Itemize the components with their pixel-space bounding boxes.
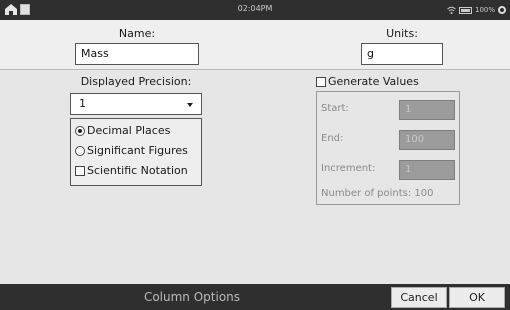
- decimal-places-radio[interactable]: Decimal Places: [75, 124, 170, 137]
- scientific-notation-checkbox[interactable]: Scientific Notation: [75, 164, 188, 177]
- dialog-footer: Column Options Cancel OK: [0, 284, 510, 310]
- significant-figures-label: Significant Figures: [87, 144, 188, 157]
- checkbox-icon: [75, 165, 85, 176]
- generate-values-group: Start: 1 End: 100 Increment: 1 Number of…: [316, 91, 460, 205]
- radio-unchecked-icon: [75, 145, 85, 156]
- precision-value: 1: [79, 97, 86, 110]
- increment-label: Increment:: [321, 163, 376, 174]
- number-of-points: Number of points: 100: [321, 188, 434, 199]
- end-label: End:: [321, 133, 344, 144]
- column-fields: Name: Mass Units: g: [0, 20, 510, 70]
- wifi-icon: [447, 6, 456, 14]
- dialog-title: Column Options: [143, 290, 241, 304]
- precision-label: Displayed Precision:: [80, 75, 192, 88]
- cancel-button[interactable]: Cancel: [391, 287, 447, 308]
- chevron-down-icon: [187, 103, 193, 107]
- precision-select[interactable]: 1: [70, 93, 202, 115]
- battery-icon: [458, 6, 472, 14]
- status-time: 02:04PM: [237, 4, 273, 13]
- end-input: 100: [399, 130, 455, 150]
- ok-button[interactable]: OK: [449, 287, 505, 308]
- name-input[interactable]: Mass: [75, 43, 199, 65]
- generate-values-label: Generate Values: [328, 75, 419, 88]
- generate-values-checkbox[interactable]: Generate Values: [316, 75, 419, 88]
- decimal-places-label: Decimal Places: [87, 124, 171, 137]
- options-panel: Displayed Precision: 1 Decimal Places Si…: [0, 71, 510, 284]
- increment-input: 1: [399, 160, 455, 180]
- start-label: Start:: [321, 103, 349, 114]
- checkbox-icon: [316, 76, 326, 87]
- scientific-notation-label: Scientific Notation: [87, 164, 188, 177]
- precision-mode-group: Decimal Places Significant Figures Scien…: [70, 118, 202, 186]
- name-label: Name:: [118, 27, 156, 40]
- status-indicators: 100%: [447, 3, 506, 17]
- significant-figures-radio[interactable]: Significant Figures: [75, 144, 188, 157]
- status-bar: 02:04PM 100%: [0, 0, 510, 20]
- units-input[interactable]: g: [361, 43, 443, 65]
- start-input: 1: [399, 100, 455, 120]
- gear-icon[interactable]: [498, 6, 506, 14]
- battery-percent: 100%: [474, 6, 495, 14]
- radio-checked-icon: [75, 125, 85, 136]
- units-label: Units:: [386, 27, 418, 40]
